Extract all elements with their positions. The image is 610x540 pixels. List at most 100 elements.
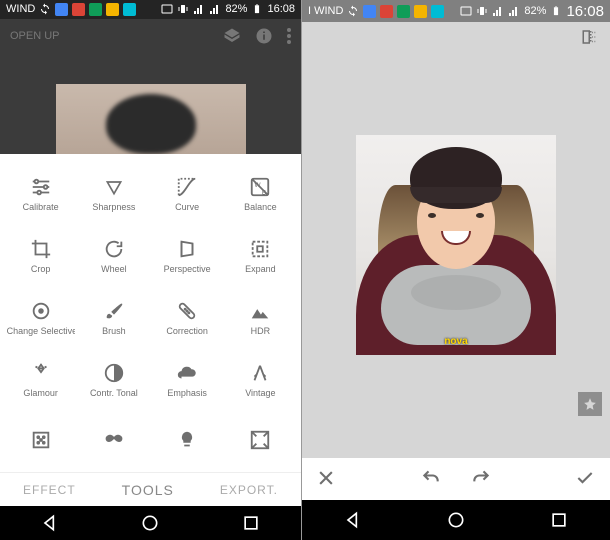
app-icon <box>106 3 119 16</box>
undo-button[interactable] <box>420 468 442 490</box>
nav-back-icon[interactable] <box>343 510 363 530</box>
nav-recent-icon[interactable] <box>241 513 261 533</box>
rotate-icon <box>102 237 126 261</box>
curve-icon <box>175 175 199 199</box>
clock-text: 16:08 <box>566 3 604 20</box>
tool-tonal-contrast[interactable]: Contr. Tonal <box>77 348 150 410</box>
battery-text: 82% <box>225 3 247 15</box>
info-icon[interactable] <box>255 27 273 45</box>
tool-calibrate[interactable]: Calibrate <box>4 162 77 224</box>
tool-perspective[interactable]: Perspective <box>151 224 224 286</box>
tool-lightbulb[interactable] <box>151 410 224 472</box>
redo-button[interactable] <box>470 468 492 490</box>
target-icon <box>29 299 53 323</box>
favorite-badge[interactable] <box>578 392 602 416</box>
tool-mustache[interactable] <box>77 410 150 472</box>
sync-icon <box>347 5 359 17</box>
app-icon <box>55 3 68 16</box>
edited-photo: nova <box>356 135 556 355</box>
app-icon <box>431 5 444 18</box>
carrier-label: I WIND <box>308 5 343 17</box>
svg-text:W: W <box>255 182 262 189</box>
tool-hdr[interactable]: HDR <box>224 286 297 348</box>
app-icon <box>363 5 376 18</box>
lightbulb-icon <box>175 428 199 452</box>
app-icon <box>414 5 427 18</box>
vibrate-icon <box>476 5 488 17</box>
vibrate-icon <box>177 3 189 15</box>
tool-vintage[interactable]: Vintage <box>224 348 297 410</box>
bottom-tabs: EFFECT TOOLS EXPORT. <box>0 472 301 506</box>
layers-icon[interactable] <box>223 27 241 45</box>
app-icon <box>380 5 393 18</box>
tab-effect[interactable]: EFFECT <box>23 483 76 497</box>
tools-grid: Calibrate Sharpness Curve WBBalance Crop… <box>0 154 301 472</box>
contrast-icon <box>102 361 126 385</box>
expand-icon <box>248 237 272 261</box>
app-icon <box>123 3 136 16</box>
diamond-icon <box>29 361 53 385</box>
sync-icon <box>39 3 51 15</box>
tool-crop[interactable]: Crop <box>4 224 77 286</box>
tool-emphasis[interactable]: Emphasis <box>151 348 224 410</box>
brush-icon <box>102 299 126 323</box>
battery-text: 82% <box>524 5 546 17</box>
nav-recent-icon[interactable] <box>549 510 569 530</box>
app-title: OPEN UP <box>10 30 60 42</box>
tool-balance[interactable]: WBBalance <box>224 162 297 224</box>
android-nav-bar <box>0 506 301 540</box>
triangle-down-icon <box>102 175 126 199</box>
editor-preview-dimmed: OPEN UP <box>0 19 301 155</box>
tool-correction[interactable]: Correction <box>151 286 224 348</box>
nav-back-icon[interactable] <box>40 513 60 533</box>
nav-home-icon[interactable] <box>140 513 160 533</box>
compare-icon[interactable] <box>580 28 600 46</box>
more-icon[interactable] <box>287 28 291 44</box>
bandaid-icon <box>175 299 199 323</box>
tool-grain[interactable] <box>4 410 77 472</box>
photo-thumbnail <box>56 84 246 154</box>
editor-canvas[interactable]: nova <box>302 52 610 458</box>
app-icon <box>89 3 102 16</box>
battery-icon <box>550 5 562 17</box>
nfc-icon <box>460 5 472 17</box>
signal-icon <box>193 3 205 15</box>
sliders-icon <box>29 175 53 199</box>
signal-icon <box>492 5 504 17</box>
action-bar <box>302 458 610 500</box>
perspective-icon <box>175 237 199 261</box>
grain-icon <box>29 428 53 452</box>
app-icon <box>72 3 85 16</box>
nav-home-icon[interactable] <box>446 510 466 530</box>
crop-icon <box>29 237 53 261</box>
tool-frame[interactable] <box>224 410 297 472</box>
tool-sharpness[interactable]: Sharpness <box>77 162 150 224</box>
confirm-button[interactable] <box>574 468 596 490</box>
status-bar-left: WIND 82% 16:08 <box>0 0 301 19</box>
tool-glamour[interactable]: Glamour <box>4 348 77 410</box>
android-nav-bar <box>302 500 610 540</box>
clock-text: 16:08 <box>267 3 295 15</box>
status-bar-right: I WIND 82% 16:08 <box>302 0 610 22</box>
battery-icon <box>251 3 263 15</box>
wb-icon: WB <box>248 175 272 199</box>
mustache-icon <box>102 428 126 452</box>
carrier-label: WIND <box>6 3 35 15</box>
close-button[interactable] <box>316 468 338 490</box>
tool-brush[interactable]: Brush <box>77 286 150 348</box>
tool-expand[interactable]: Expand <box>224 224 297 286</box>
tool-wheel[interactable]: Wheel <box>77 224 150 286</box>
signal-icon <box>508 5 520 17</box>
tab-tools[interactable]: TOOLS <box>122 482 174 498</box>
svg-text:B: B <box>262 189 266 196</box>
vintage-icon <box>248 361 272 385</box>
frame-icon <box>248 428 272 452</box>
watermark-text: nova <box>444 336 467 347</box>
app-icon <box>397 5 410 18</box>
cloud-icon <box>175 361 199 385</box>
nfc-icon <box>161 3 173 15</box>
compare-toolbar <box>302 22 610 52</box>
tool-selective[interactable]: Change Selective <box>4 286 77 348</box>
tab-export[interactable]: EXPORT. <box>220 483 278 497</box>
tool-curve[interactable]: Curve <box>151 162 224 224</box>
